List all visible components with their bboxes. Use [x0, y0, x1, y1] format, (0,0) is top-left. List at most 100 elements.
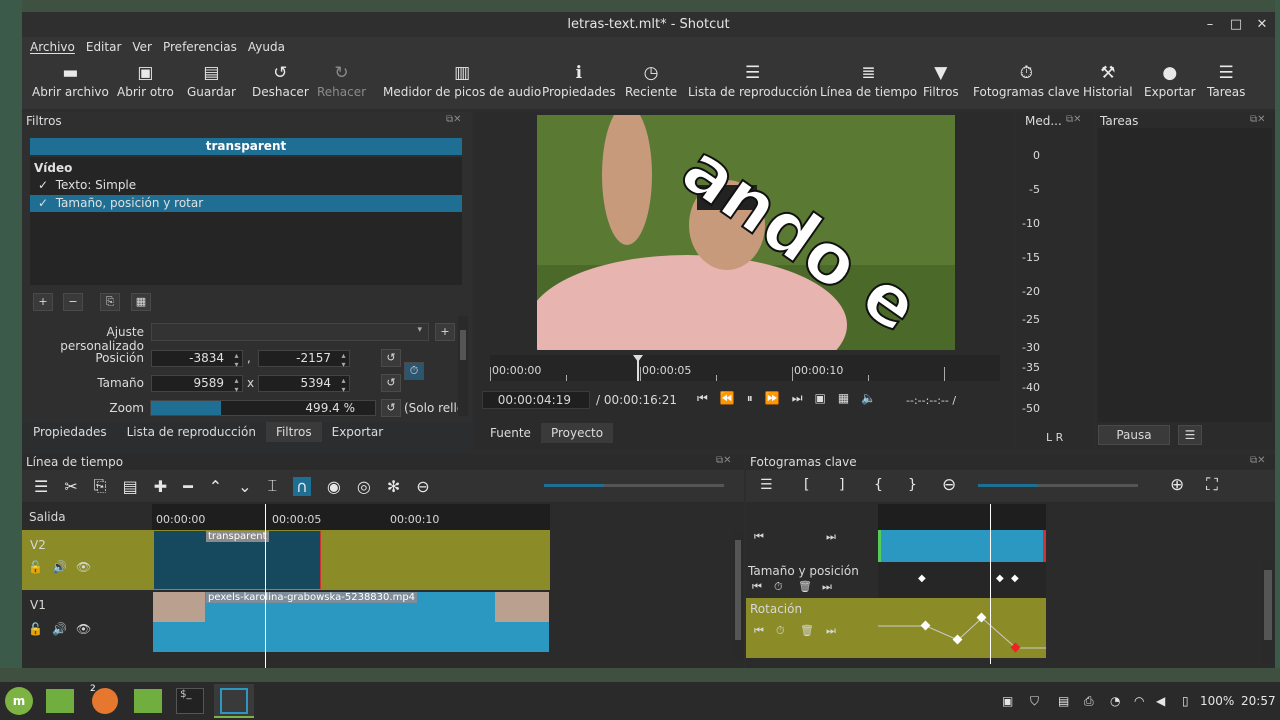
tab-properties[interactable]: Propiedades [23, 422, 117, 442]
param-lane-rotation[interactable] [878, 598, 1046, 658]
menu-ayuda[interactable]: Ayuda [248, 40, 285, 54]
player-ruler[interactable]: 00:00:00 00:00:05 00:00:10 [490, 355, 1000, 381]
size-height-field[interactable]: 5394 [258, 375, 350, 394]
skip-end-icon[interactable]: ⏭ [792, 391, 803, 406]
keyframes-scrollbar[interactable] [1262, 560, 1274, 664]
lock-icon[interactable]: 🔓 [28, 560, 43, 574]
prev-keyframe-icon[interactable]: ⏮ [752, 580, 762, 594]
dock-float-icon[interactable]: ⧉✕ [1066, 114, 1082, 125]
zoom-fit-icon[interactable]: ⛶ [1206, 475, 1218, 495]
jobs-button[interactable]: ☰ Tareas [1207, 61, 1245, 99]
redo-button[interactable]: ↻ Rehacer [317, 61, 366, 99]
filter-list[interactable]: Vídeo ✓ Texto: Simple ✓ Tamaño, posición… [30, 157, 462, 285]
properties-button[interactable]: ℹ Propiedades [542, 61, 616, 99]
files-icon[interactable] [46, 689, 74, 713]
eye-icon[interactable]: 👁 [76, 622, 91, 636]
export-button[interactable]: ● Exportar [1144, 61, 1196, 99]
trash-icon[interactable]: 🗑 [798, 580, 812, 593]
terminal-icon[interactable]: $_ [176, 688, 204, 714]
shield-icon[interactable]: ⛉ [1030, 694, 1039, 709]
tab-filters[interactable]: Filtros [265, 422, 322, 442]
battery-icon[interactable]: ▯ [1182, 694, 1189, 708]
volume-icon[interactable]: ◀ [1156, 694, 1165, 708]
menu-editar[interactable]: Editar [86, 40, 122, 54]
prev-keyframe-icon[interactable]: ⏮ [754, 624, 764, 638]
dock-float-icon[interactable]: ⧉✕ [446, 114, 462, 125]
eye-icon[interactable]: 👁 [76, 560, 91, 574]
next-keyframe-icon[interactable]: ⏭ [826, 530, 836, 544]
audio-meter-button[interactable]: ▥ Medidor de picos de audio [383, 61, 541, 99]
size-width-field[interactable]: 9589 [151, 375, 243, 394]
zoom-slider[interactable]: 499.4 % [150, 400, 376, 416]
position-y-field[interactable]: -2157 [258, 350, 350, 369]
reset-position-button[interactable]: ↺ [381, 349, 401, 367]
append-icon[interactable]: ✚ [154, 477, 167, 496]
position-x-field[interactable]: -3834 [151, 350, 243, 369]
dock-float-icon[interactable]: ⧉✕ [716, 455, 732, 466]
close-icon[interactable]: ✕ [1249, 12, 1275, 37]
position-timecode[interactable]: 00:00:04:19 [482, 391, 590, 409]
paste-filter-button[interactable]: ▦ [131, 293, 151, 311]
menu-icon[interactable]: ☰ [760, 477, 773, 493]
mute-icon[interactable]: 🔊 [52, 622, 67, 636]
paste-icon[interactable]: ▤ [123, 477, 138, 496]
keyframes-playhead[interactable] [990, 504, 991, 664]
overwrite-icon[interactable]: ⌄ [238, 477, 251, 496]
keyframe-marker[interactable]: ◆ [1011, 573, 1019, 584]
playlist-button[interactable]: ☰ Lista de reproducción [688, 61, 817, 99]
snap-icon[interactable]: ∩ [293, 476, 311, 496]
undo-button[interactable]: ↺ Deshacer [252, 61, 309, 99]
clip-video[interactable]: pexels-karolina-grabowska-5238830.mp4 [153, 592, 549, 652]
prev-keyframe-icon[interactable]: ⏮ [754, 530, 764, 544]
camera-icon[interactable]: ▣ [1002, 694, 1013, 708]
fast-forward-icon[interactable]: ⏩ [765, 391, 780, 406]
tab-source[interactable]: Fuente [480, 423, 541, 443]
ripple-icon[interactable]: ◎ [357, 477, 371, 496]
timeline-ruler[interactable]: 00:00:00 00:00:05 00:00:10 [152, 504, 550, 530]
skip-start-icon[interactable]: ⏮ [697, 391, 708, 406]
zoom-out-icon[interactable]: ⊖ [942, 475, 956, 495]
rewind-icon[interactable]: ⏪ [720, 391, 735, 406]
seek-prev-button[interactable]: { [874, 477, 883, 493]
zoom-player-icon[interactable]: ▣ [815, 391, 826, 406]
timeline-zoom-slider[interactable] [544, 484, 604, 487]
split-icon[interactable]: ⌶ [268, 476, 278, 496]
wifi-icon[interactable]: ◠ [1134, 694, 1144, 708]
scrub-icon[interactable]: ◉ [327, 477, 341, 496]
reset-size-button[interactable]: ↺ [381, 374, 401, 392]
preset-select[interactable]: ▾ [151, 323, 429, 341]
clipboard-icon[interactable]: ▤ [1058, 694, 1069, 708]
keyframe-marker[interactable]: ◆ [996, 573, 1004, 584]
open-other-button[interactable]: ▣ Abrir otro [117, 61, 174, 99]
copy-icon[interactable]: ⎘ [94, 476, 107, 496]
keyframe-marker[interactable]: ◆ [918, 573, 926, 584]
mint-menu-icon[interactable]: m [5, 687, 33, 715]
tab-playlist[interactable]: Lista de reproducción [117, 422, 266, 442]
stopwatch-icon[interactable]: ⏱ [776, 624, 785, 638]
menu-ver[interactable]: Ver [132, 40, 152, 54]
minimize-icon[interactable]: – [1197, 12, 1223, 37]
jobs-menu-icon[interactable]: ☰ [1178, 425, 1202, 445]
history-button[interactable]: ⚒ Historial [1083, 61, 1133, 99]
next-keyframe-icon[interactable]: ⏭ [826, 624, 836, 638]
menu-icon[interactable]: ☰ [34, 477, 48, 496]
next-keyframe-icon[interactable]: ⏭ [822, 580, 832, 594]
mute-icon[interactable]: 🔊 [52, 560, 67, 574]
seek-out-button[interactable]: ] [839, 477, 844, 493]
recent-button[interactable]: ◷ Reciente [625, 61, 677, 99]
remove-icon[interactable]: ━ [183, 477, 193, 496]
pause-jobs-button[interactable]: Pausa [1098, 425, 1170, 445]
add-filter-button[interactable]: + [33, 293, 53, 311]
volume-icon[interactable]: 🔈 [861, 391, 876, 406]
clip-transparent[interactable]: transparent [154, 531, 321, 589]
reset-zoom-button[interactable]: ↺ [381, 399, 401, 417]
keyframes-ruler[interactable] [878, 504, 1046, 530]
zoom-in-icon[interactable]: ⊕ [1170, 475, 1184, 495]
zoom-out-icon[interactable]: ⊖ [416, 477, 429, 496]
stopwatch-icon[interactable]: ⏱ [774, 580, 783, 594]
dock-float-icon[interactable]: ⧉✕ [1250, 455, 1266, 466]
menu-archivo[interactable]: Archivo [30, 40, 75, 54]
keyframes-zoom-slider[interactable] [978, 484, 1038, 487]
save-button[interactable]: ▤ Guardar [187, 61, 236, 99]
param-lane-size[interactable]: ◆ ◆ ◆ [878, 562, 1046, 598]
